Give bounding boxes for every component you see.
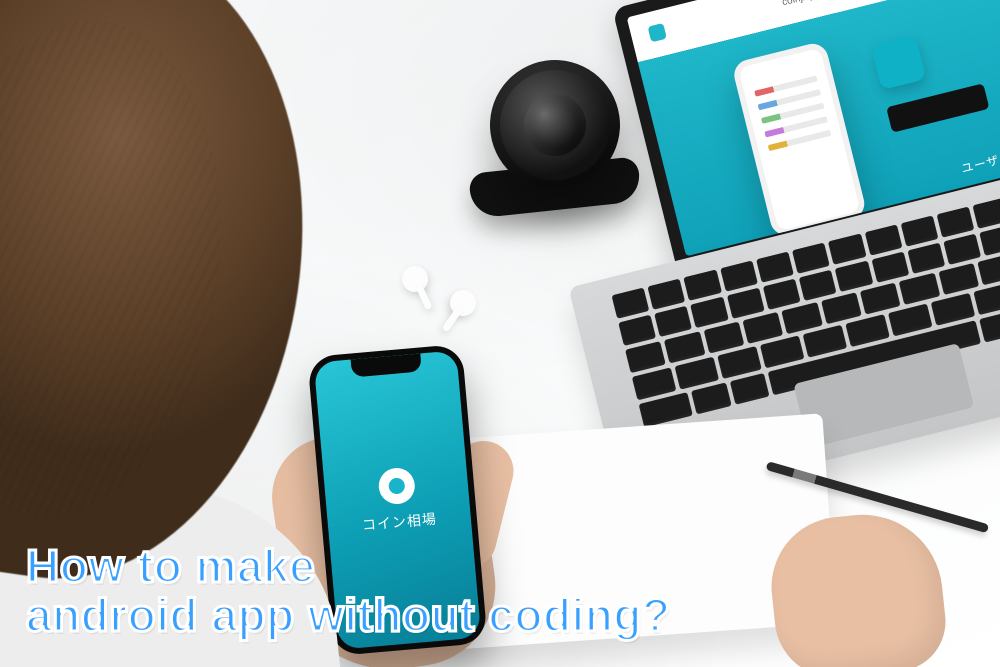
review-heading: ユーザーレビュー [959,135,1000,177]
headline-line-1: How to make [26,542,671,592]
right-hand [765,507,951,667]
promo-scene: coinjinja ブログ スケジュール リサーチ ユーザーレビュー [0,0,1000,667]
app-store-badge-icon [886,83,989,132]
app-logo-icon [377,467,416,506]
app-name-label: コイン相場 [361,509,437,535]
headline-line-2: android app without coding? [26,591,671,641]
hand-with-pen [700,454,981,667]
nav-brand: coinjinja [781,0,819,8]
app-icon [871,34,927,90]
hero-phone-mockup [731,41,868,239]
hair [0,0,342,608]
phone-notch [350,353,421,377]
headline-overlay: How to make android app without coding? [26,542,671,641]
